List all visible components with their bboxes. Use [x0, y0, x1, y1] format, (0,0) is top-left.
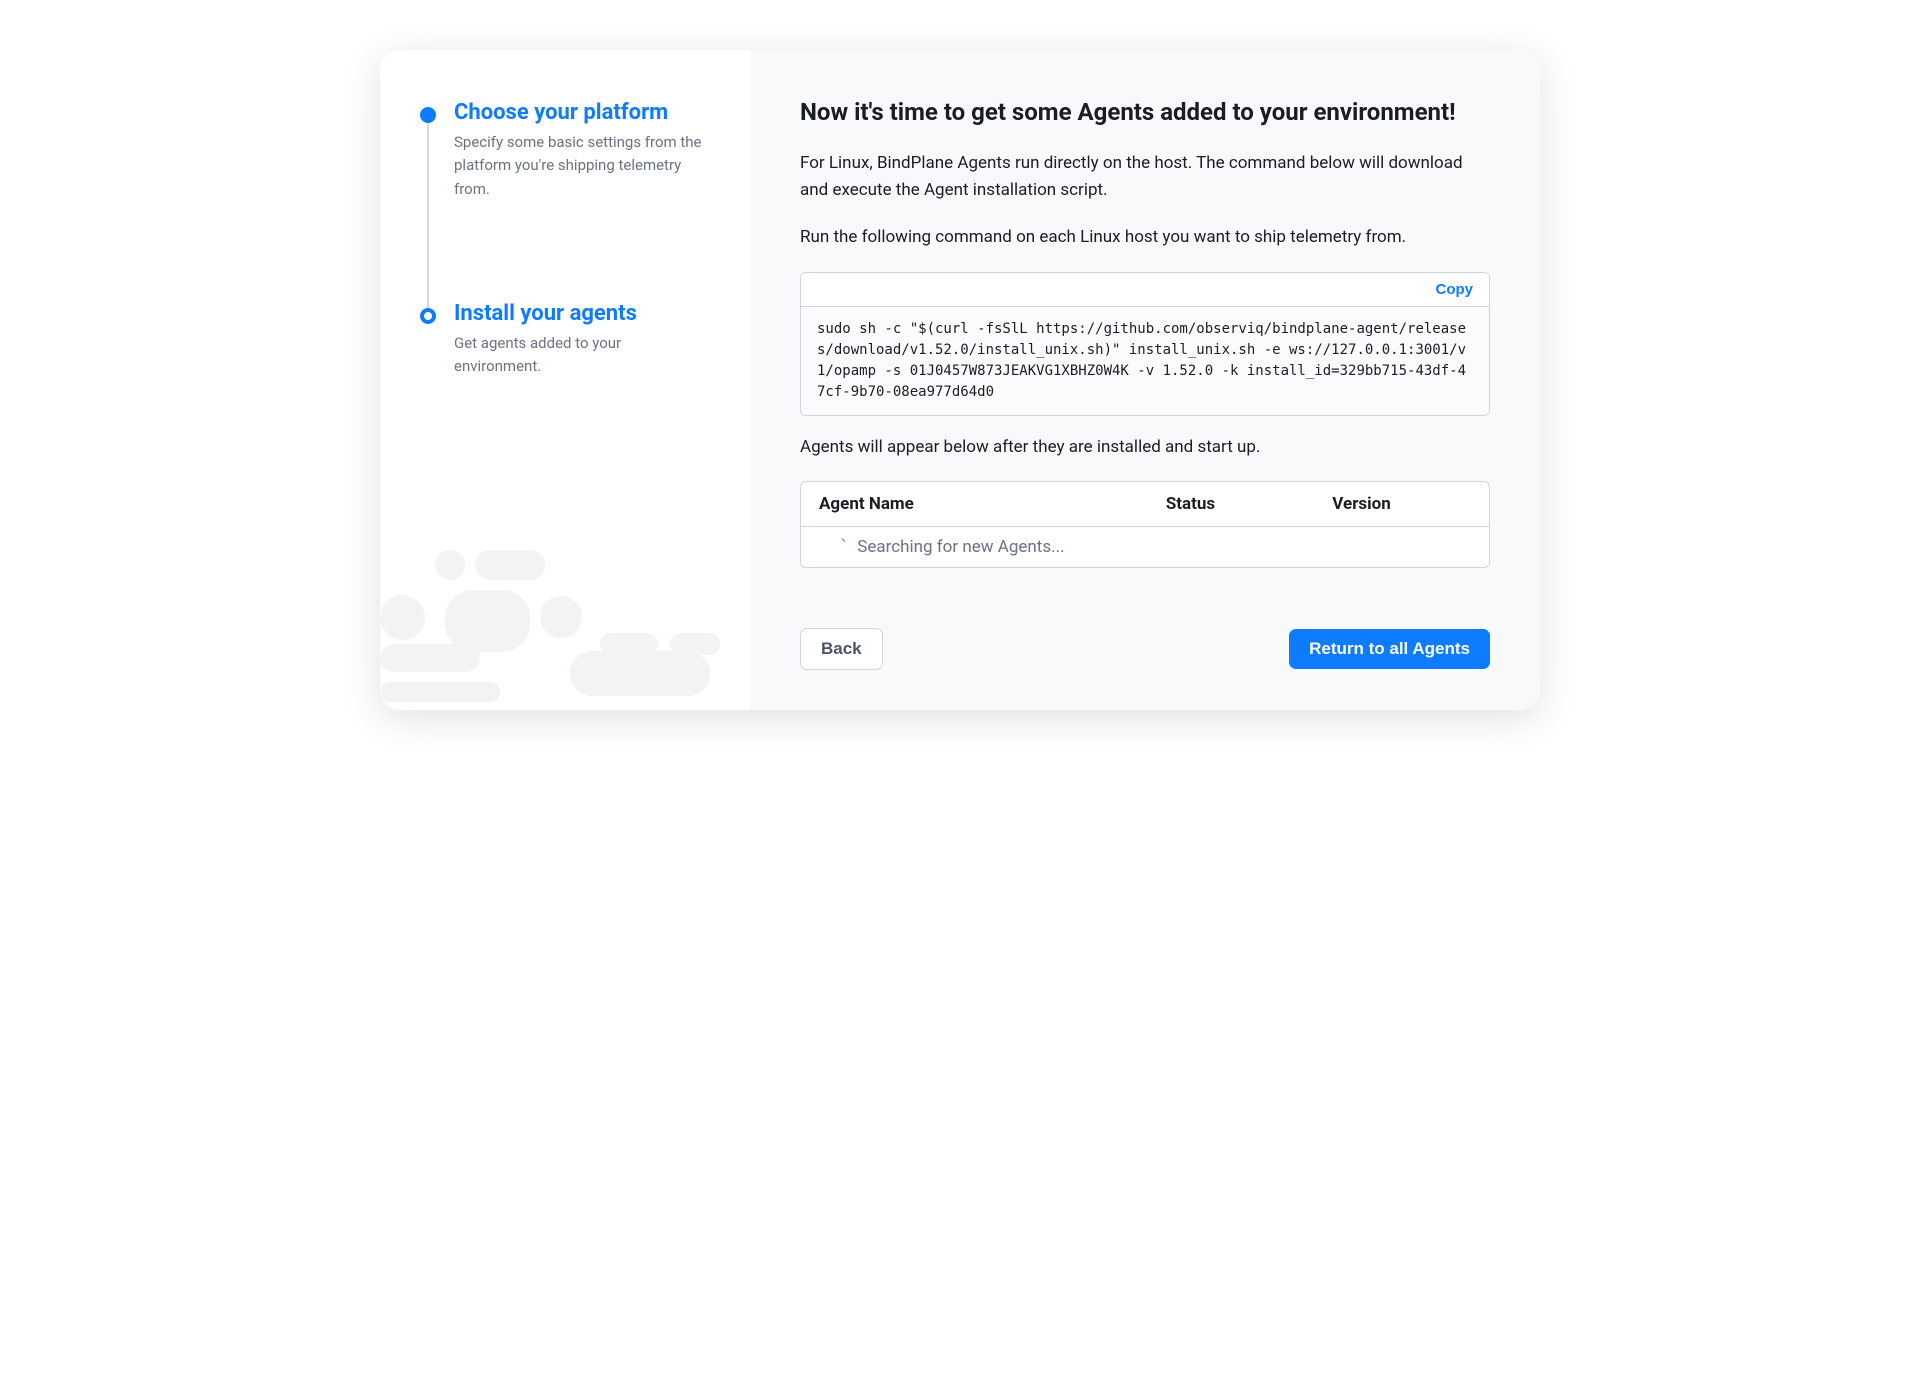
page-title: Now it's time to get some Agents added t… — [800, 98, 1490, 126]
step-install-agents[interactable]: Install your agents Get agents added to … — [420, 301, 710, 479]
step-choose-platform[interactable]: Choose your platform Specify some basic … — [420, 100, 710, 301]
run-instruction-text: Run the following command on each Linux … — [800, 224, 1490, 251]
return-to-agents-button[interactable]: Return to all Agents — [1289, 629, 1490, 669]
main-panel: Now it's time to get some Agents added t… — [750, 50, 1540, 710]
column-header-status: Status — [1166, 494, 1332, 514]
step-title: Install your agents — [454, 301, 710, 326]
step-marker-completed-icon — [420, 107, 436, 123]
install-command-text[interactable]: sudo sh -c "$(curl -fsSlL https://github… — [801, 307, 1489, 415]
agents-table: Agent Name Status Version ` Searching for… — [800, 481, 1490, 568]
step-marker-current-icon — [420, 308, 436, 324]
step-connector-line — [427, 122, 429, 311]
after-install-text: Agents will appear below after they are … — [800, 434, 1490, 461]
copy-button[interactable]: Copy — [1436, 281, 1474, 298]
column-header-agent-name: Agent Name — [819, 494, 1166, 514]
step-content: Choose your platform Specify some basic … — [454, 100, 710, 201]
searching-status: ` Searching for new Agents... — [819, 537, 1065, 557]
back-button[interactable]: Back — [800, 628, 883, 670]
wizard-container: Choose your platform Specify some basic … — [380, 50, 1540, 710]
install-command-block: Copy sudo sh -c "$(curl -fsSlL https://g… — [800, 272, 1490, 416]
step-description: Get agents added to your environment. — [454, 332, 710, 379]
step-title: Choose your platform — [454, 100, 710, 125]
step-description: Specify some basic settings from the pla… — [454, 131, 710, 201]
step-content: Install your agents Get agents added to … — [454, 301, 710, 379]
table-header-row: Agent Name Status Version — [801, 482, 1489, 527]
footer-actions: Back Return to all Agents — [800, 588, 1490, 670]
column-header-version: Version — [1332, 494, 1471, 514]
table-row: ` Searching for new Agents... — [801, 527, 1489, 567]
sidebar-decoration — [380, 530, 750, 710]
spinner-icon: ` — [839, 537, 849, 557]
code-header: Copy — [801, 273, 1489, 307]
searching-text: Searching for new Agents... — [857, 537, 1064, 557]
intro-text: For Linux, BindPlane Agents run directly… — [800, 150, 1490, 204]
sidebar: Choose your platform Specify some basic … — [380, 50, 750, 710]
